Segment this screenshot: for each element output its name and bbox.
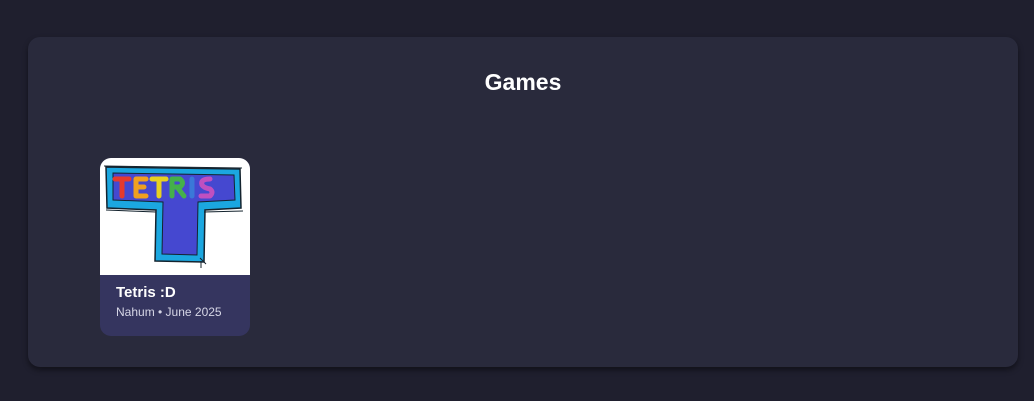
game-card-info: Tetris :D Nahum • June 2025 <box>100 275 250 319</box>
game-meta: Nahum • June 2025 <box>116 305 222 319</box>
games-panel: Games Tetris :D Nahum • June 2025 <box>28 37 1018 367</box>
section-title: Games <box>484 69 562 95</box>
tetris-drawing-icon <box>103 165 244 268</box>
game-title: Tetris :D <box>116 284 176 301</box>
game-thumbnail <box>100 158 250 275</box>
game-card[interactable]: Tetris :D Nahum • June 2025 <box>100 158 250 336</box>
